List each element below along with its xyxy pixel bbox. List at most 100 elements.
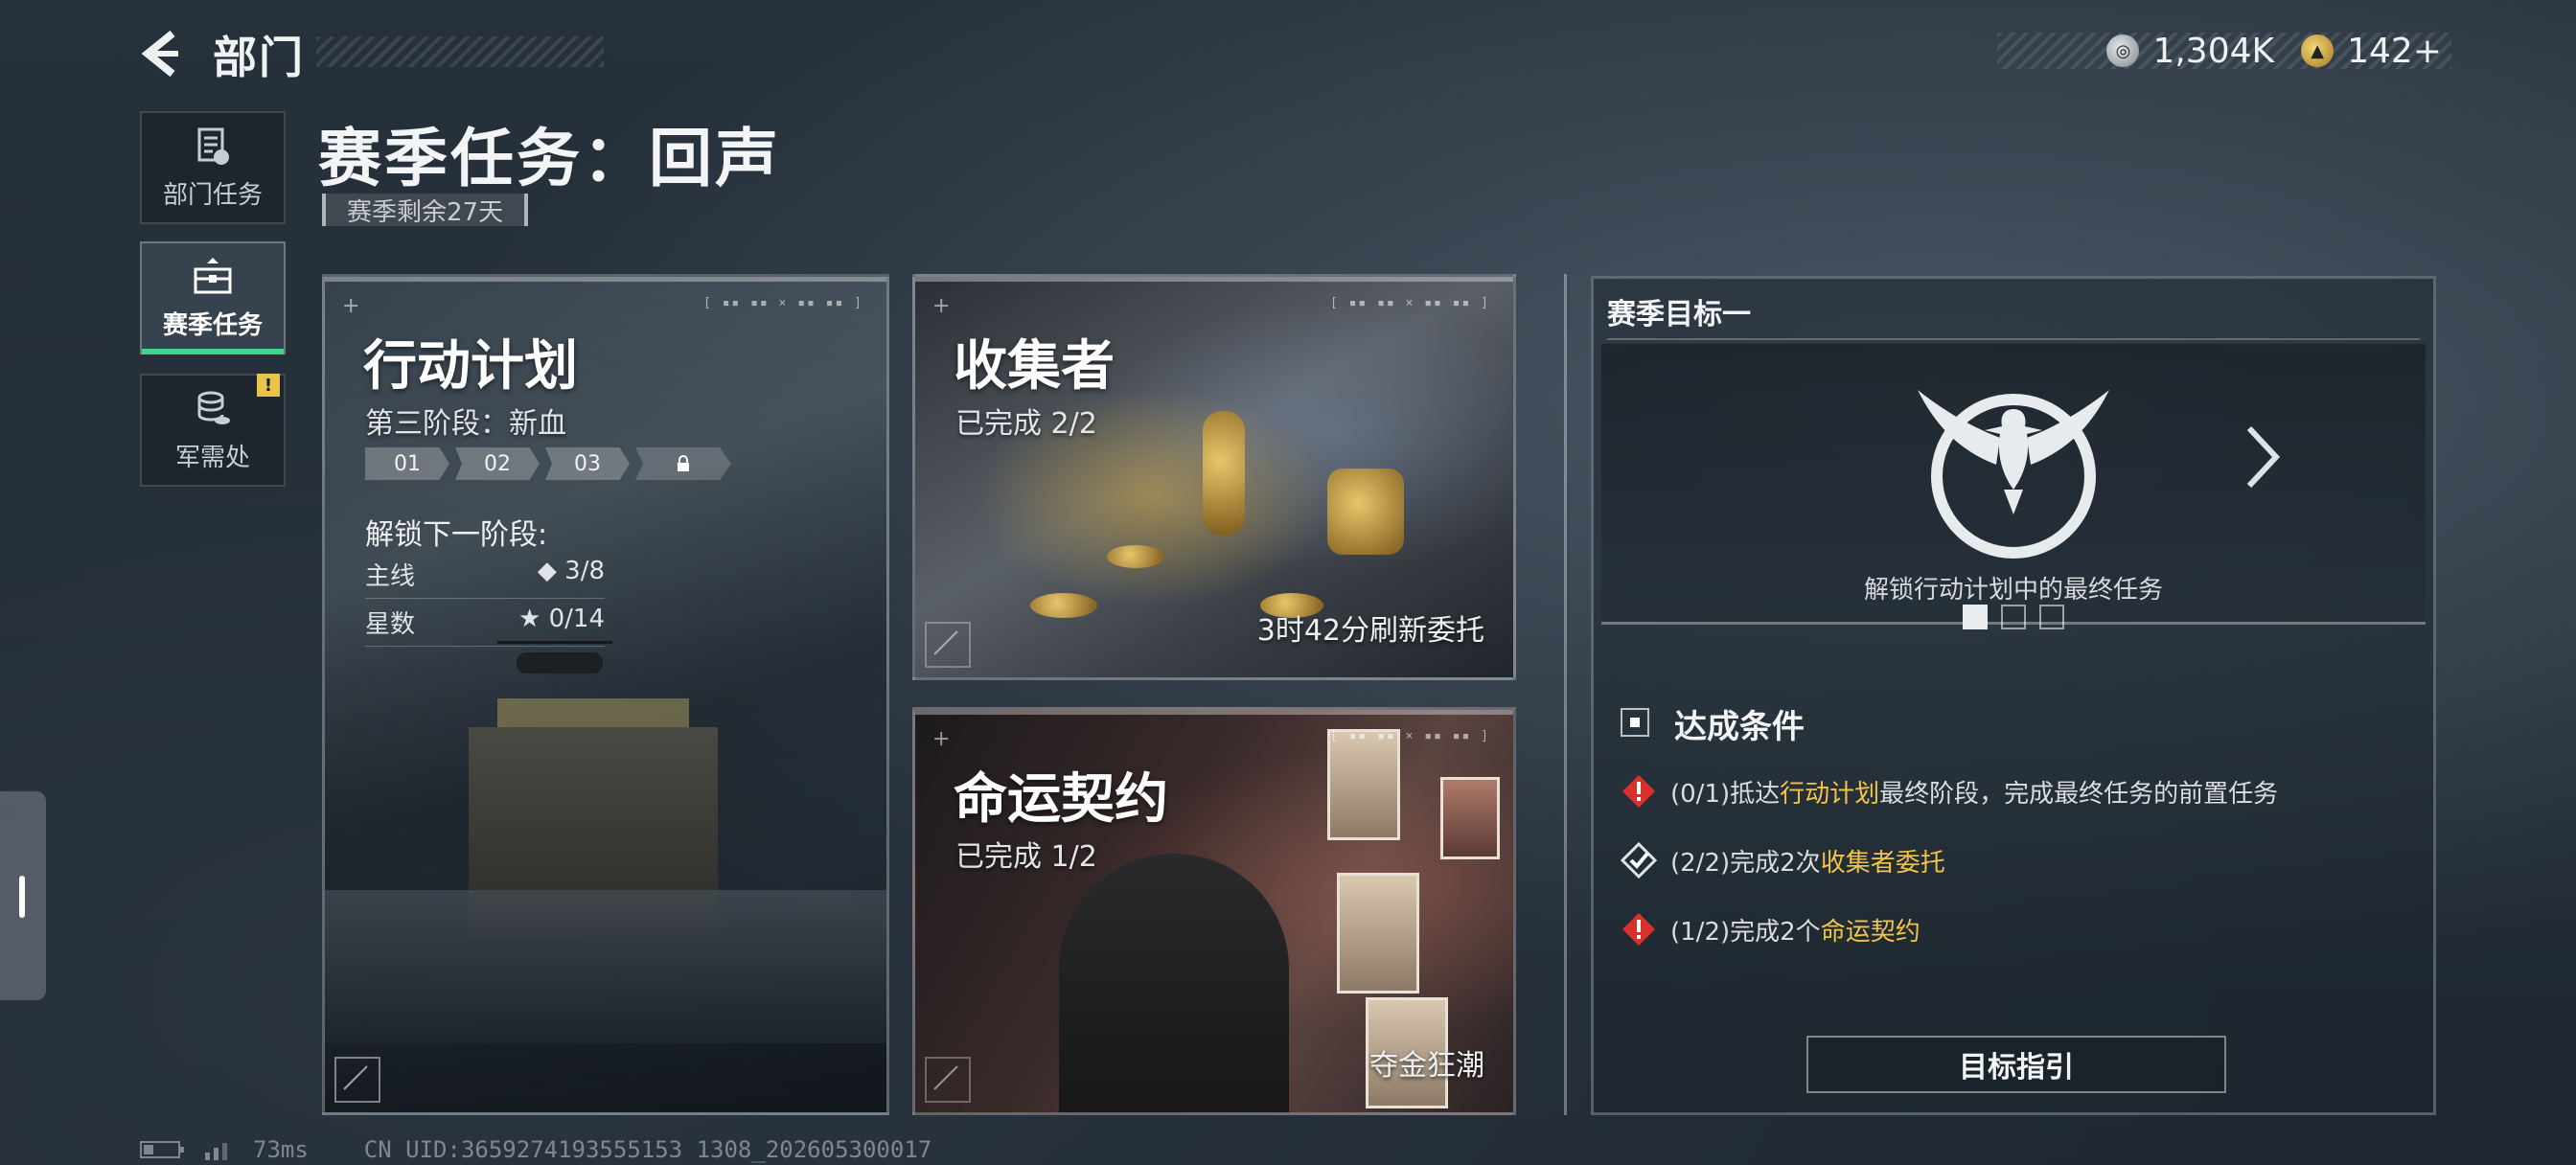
back-button[interactable]	[134, 27, 188, 80]
scene-decor	[1327, 468, 1404, 555]
card-progress: 已完成 2/2	[955, 407, 1097, 441]
scene-decor	[1107, 545, 1164, 568]
page-dot[interactable]	[2039, 605, 2064, 629]
check-diamond-icon	[1621, 842, 1657, 879]
panel-divider	[1564, 274, 1567, 1115]
star-icon: ★	[518, 605, 549, 633]
side-drawer-handle[interactable]	[0, 791, 46, 1000]
warning-diamond-icon	[1622, 775, 1655, 808]
nav-label: 赛季任务	[162, 310, 263, 340]
fate-contract-card[interactable]: + [ ▪▪ ▪▪ × ▪▪ ▪▪ ] 命运契约 已完成 1/2 夺金狂潮	[912, 707, 1516, 1115]
stage-chip-locked	[635, 447, 731, 480]
document-icon	[197, 127, 229, 165]
gold-currency-value[interactable]: 142+	[2347, 32, 2442, 71]
scene-decor	[1440, 777, 1500, 859]
signal-icon	[205, 1143, 227, 1160]
condition-text: (2/2)完成2次	[1670, 848, 1821, 878]
scene-decor	[1030, 593, 1097, 618]
next-goal-button[interactable]	[2234, 419, 2291, 495]
refresh-timer: 3时42分刷新委托	[1256, 614, 1484, 648]
requirement-row: 星数 ★ 0/14	[365, 605, 605, 647]
requirement-row: 主线 ◆ 3/8	[365, 557, 605, 599]
page-dot[interactable]	[2001, 605, 2026, 629]
requirement-value: 3/8	[564, 557, 605, 585]
condition-text: 最终阶段，完成最终任务的前置任务	[1879, 779, 2279, 809]
card-top-line	[325, 277, 886, 282]
scene-decor	[325, 890, 886, 1043]
scene-decor	[1337, 873, 1419, 994]
requirement-label: 主线	[365, 562, 416, 591]
diamond-icon: ◆	[537, 557, 565, 585]
nav-quartermaster[interactable]: ! 军需处	[140, 374, 286, 487]
nav-season-tasks[interactable]: 赛季任务	[140, 241, 286, 354]
nav-label: 部门任务	[162, 180, 263, 210]
scene-decor	[1059, 854, 1289, 1112]
corner-decoration: [ ▪▪ ▪▪ × ▪▪ ▪▪ ]	[1329, 729, 1490, 743]
chevron-left-icon	[141, 30, 178, 78]
expand-icon	[334, 1057, 380, 1103]
stage-chip: 03	[545, 447, 630, 480]
nav-department-tasks[interactable]: 部门任务	[140, 111, 286, 224]
goal-banner: 解锁行动计划中的最终任务	[1601, 344, 2426, 629]
expand-icon	[925, 622, 971, 668]
condition-highlight: 命运契约	[1820, 917, 1920, 947]
card-progress: 已完成 1/2	[955, 840, 1097, 874]
nav-label: 军需处	[174, 443, 250, 472]
stage-chip: 01	[365, 447, 449, 480]
warning-diamond-icon	[1622, 913, 1655, 946]
condition-item: (1/2)完成2个命运契约	[1621, 911, 1920, 948]
condition-item: (2/2)完成2次收集者委托	[1621, 842, 1945, 879]
active-indicator	[142, 349, 284, 354]
requirement-label: 星数	[365, 610, 416, 639]
goal-caption: 解锁行动计划中的最终任务	[1863, 576, 2163, 605]
briefcase-icon	[194, 257, 232, 293]
checkbox-icon	[1621, 708, 1649, 737]
conditions-title: 达成条件	[1674, 708, 1805, 746]
goal-guide-button[interactable]: 目标指引	[1806, 1036, 2226, 1093]
condition-highlight: 行动计划	[1780, 779, 1880, 809]
status-bar: 73ms CN UID:3659274193555153 1308_202605…	[140, 1136, 932, 1163]
battery-icon	[140, 1141, 184, 1158]
season-title: 赛季任务：回声	[318, 122, 781, 195]
condition-highlight: 收集者委托	[1820, 848, 1945, 878]
page-dot[interactable]	[1963, 605, 1988, 629]
action-plan-card[interactable]: + [ ▪▪ ▪▪ × ▪▪ ▪▪ ] 行动计划 第三阶段：新血 01 02 0…	[322, 274, 889, 1115]
currency-bar: ◎ 1,304K ▲ 142+	[1997, 31, 2451, 71]
season-goal-panel: 赛季目标一 解锁行动计划中的最终任务 达成条件 (0/1)抵达行动计划最终阶段，…	[1591, 276, 2436, 1115]
crosshair-icon: +	[932, 727, 951, 751]
scene-decor	[1203, 411, 1245, 536]
page-title: 部门	[213, 32, 305, 83]
ping-value: 73ms	[253, 1136, 309, 1163]
notification-badge: !	[257, 374, 280, 397]
corner-decoration: [ ▪▪ ▪▪ × ▪▪ ▪▪ ]	[1329, 296, 1490, 310]
silver-currency-value: 1,304K	[2152, 31, 2275, 71]
eagle-emblem-icon	[1918, 390, 2109, 559]
gold-coin-icon: ▲	[2301, 34, 2334, 67]
crosshair-icon: +	[932, 294, 951, 318]
stage-progress: 01 02 03	[365, 447, 731, 480]
divider	[1607, 338, 2420, 340]
stage-chip: 02	[455, 447, 540, 480]
crosshair-icon: +	[342, 294, 360, 318]
collector-card[interactable]: + [ ▪▪ ▪▪ × ▪▪ ▪▪ ] 收集者 已完成 2/2 3时42分刷新委…	[912, 274, 1516, 680]
condition-text: (1/2)完成2个	[1670, 917, 1821, 947]
condition-text: (0/1)抵达	[1670, 779, 1781, 809]
lock-icon	[678, 455, 689, 471]
condition-item: (0/1)抵达行动计划最终阶段，完成最终任务的前置任务	[1621, 773, 2278, 810]
scene-decor	[1327, 729, 1400, 840]
page-indicator	[1601, 605, 2426, 629]
card-title: 行动计划	[363, 335, 578, 398]
unlock-title: 解锁下一阶段:	[365, 518, 548, 552]
card-top-line	[915, 710, 1513, 715]
card-title: 命运契约	[954, 768, 1168, 831]
card-title: 收集者	[954, 335, 1115, 398]
scene-decor	[517, 652, 603, 674]
uid-text: CN UID:3659274193555153 1308_20260530001…	[363, 1136, 932, 1163]
stage-label: 第三阶段：新血	[365, 407, 566, 441]
title-decoration	[316, 36, 604, 67]
expand-icon	[925, 1057, 971, 1103]
corner-decoration: [ ▪▪ ▪▪ × ▪▪ ▪▪ ]	[702, 296, 863, 310]
season-remaining-badge: 赛季剩余27天	[322, 194, 529, 227]
card-footer-label: 夺金狂潮	[1369, 1049, 1484, 1083]
silver-coin-icon: ◎	[2106, 34, 2140, 67]
